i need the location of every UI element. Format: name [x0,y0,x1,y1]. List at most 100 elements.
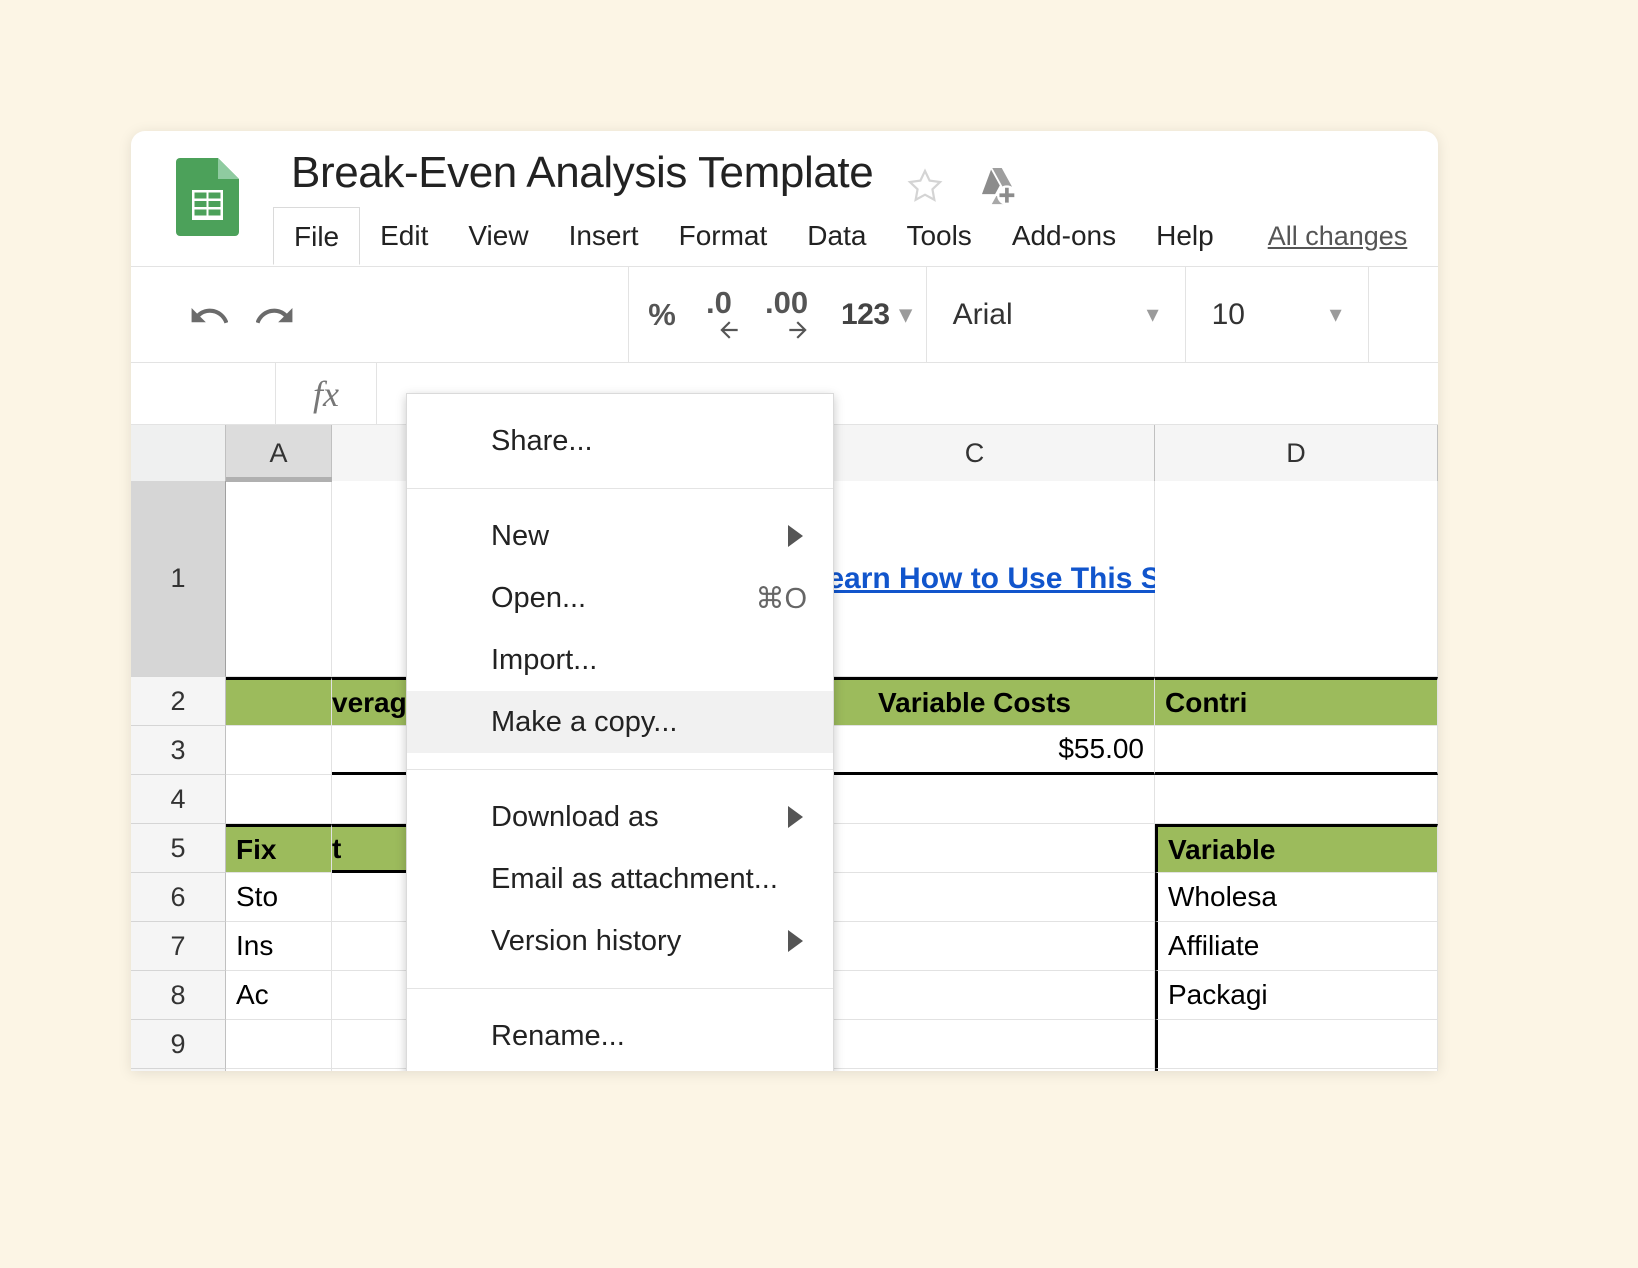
font-family-select[interactable]: Arial ▾ [927,266,1185,363]
row-header-7[interactable]: 7 [131,922,226,971]
submenu-arrow-icon [788,525,803,547]
cell-a3[interactable] [226,726,332,775]
menu-item-new[interactable]: New [407,505,833,567]
menu-item-open[interactable]: Open... ⌘O [407,567,833,629]
cell-c1[interactable]: Learn How to Use This Sp [795,481,1155,677]
decrease-decimal-label: .0 [706,285,732,321]
add-to-drive-icon[interactable] [976,164,1018,206]
cell-a10[interactable] [226,1069,332,1071]
cell-a7[interactable]: Ins [226,922,332,971]
cell-d9[interactable] [1155,1020,1438,1069]
menu-divider-3 [407,988,833,989]
cell-d5[interactable]: Variable [1155,824,1438,873]
cell-c3[interactable]: $55.00 [795,726,1155,775]
menu-item-import[interactable]: Import... [407,629,833,691]
menubar: File Edit View Insert Format Data Tools … [274,206,1407,266]
increase-decimal-button[interactable]: .00 [761,266,827,363]
toolbar-left-pad [131,267,176,362]
file-dropdown-menu: Share... New Open... ⌘O Import... Make a… [406,393,834,1071]
row-header-4[interactable]: 4 [131,775,226,824]
font-family-value: Arial [953,298,1013,332]
row-header-10[interactable] [131,1069,226,1071]
cell-d1[interactable] [1155,481,1438,677]
undo-arrow-icon[interactable] [176,266,242,363]
cell-c8[interactable] [795,971,1155,1020]
fx-icon: fx [276,363,376,425]
cell-c7[interactable] [795,922,1155,971]
menu-item-add-to-my-drive[interactable]: Add to My Drive [407,1067,833,1071]
row-header-2[interactable]: 2 [131,677,226,726]
decrease-decimal-button[interactable]: .0 [695,266,761,363]
redo-arrow-icon[interactable] [242,266,308,363]
row-header-5[interactable]: 5 [131,824,226,873]
cell-d6[interactable]: Wholesa [1155,873,1438,922]
cell-d4[interactable] [1155,775,1438,824]
menu-item-download-as[interactable]: Download as [407,786,833,848]
menu-item-edit[interactable]: Edit [360,207,448,265]
row-header-3[interactable]: 3 [131,726,226,775]
row-header-6[interactable]: 6 [131,873,226,922]
format-percent-button[interactable]: % [629,266,695,363]
menu-item-accelerator: ⌘O [755,581,807,616]
save-status-link[interactable]: All changes [1268,221,1408,252]
menu-item-label: Rename... [491,1020,625,1053]
cell-a1[interactable] [226,481,332,677]
cell-d2[interactable]: Contri [1155,677,1438,726]
row-header-9[interactable]: 9 [131,1020,226,1069]
cell-a4[interactable] [226,775,332,824]
menu-item-version-history[interactable]: Version history [407,910,833,972]
cell-c4[interactable] [795,775,1155,824]
star-outline-icon[interactable] [906,167,944,205]
menu-item-insert[interactable]: Insert [549,207,659,265]
menu-item-make-a-copy[interactable]: Make a copy... [407,691,833,753]
cell-c10[interactable] [795,1069,1155,1071]
row-header-column: 1 2 3 4 5 6 7 8 9 [131,481,226,1071]
menu-item-share[interactable]: Share... [407,410,833,472]
menu-item-label: Share... [491,425,593,458]
cell-a6[interactable]: Sto [226,873,332,922]
cell-c9[interactable] [795,1020,1155,1069]
row-header-8[interactable]: 8 [131,971,226,1020]
cell-d8[interactable]: Packagi [1155,971,1438,1020]
menu-item-email-as-attachment[interactable]: Email as attachment... [407,848,833,910]
menu-item-view[interactable]: View [448,207,548,265]
menu-item-addons[interactable]: Add-ons [992,207,1136,265]
menu-item-tools[interactable]: Tools [886,207,991,265]
titlebar: Break-Even Analysis Template File Edit V… [131,131,1438,266]
number-format-label: 123 [841,298,890,332]
menu-item-label: Version history [491,925,681,958]
row-header-1[interactable]: 1 [131,481,226,677]
column-header-a[interactable]: A [226,425,332,481]
toolbar-divider-4 [1368,266,1369,363]
name-box[interactable] [131,363,276,425]
menu-item-label: Import... [491,644,597,677]
cell-a8[interactable]: Ac [226,971,332,1020]
menu-item-rename[interactable]: Rename... [407,1005,833,1067]
document-title[interactable]: Break-Even Analysis Template [291,148,873,198]
cell-d3[interactable] [1155,726,1438,775]
submenu-arrow-icon [788,930,803,952]
number-format-button[interactable]: 123 ▾ [827,266,926,363]
cell-c2[interactable]: Variable Costs [795,677,1155,726]
increase-decimal-label: .00 [765,285,808,321]
menu-item-help[interactable]: Help [1136,207,1234,265]
toolbar: % .0 .00 123 ▾ Arial ▾ [131,266,1438,363]
menu-item-data[interactable]: Data [787,207,886,265]
font-size-select[interactable]: 10 ▾ [1186,266,1368,363]
column-a-selection-indicator [226,477,332,482]
menu-item-file[interactable]: File [273,207,360,265]
cell-a5[interactable]: Fix [226,824,332,873]
column-header-d[interactable]: D [1155,425,1438,481]
menu-item-label: Download as [491,801,659,834]
column-header-c[interactable]: C [795,425,1155,481]
cell-d10[interactable] [1155,1069,1438,1071]
menu-item-format[interactable]: Format [659,207,788,265]
menu-item-label: New [491,520,549,553]
cell-a2[interactable] [226,677,332,726]
cell-a9[interactable] [226,1020,332,1069]
cell-c6[interactable] [795,873,1155,922]
select-all-corner[interactable] [131,425,226,481]
cell-d7[interactable]: Affiliate [1155,922,1438,971]
menu-divider-2 [407,769,833,770]
cell-c5[interactable] [795,824,1155,873]
